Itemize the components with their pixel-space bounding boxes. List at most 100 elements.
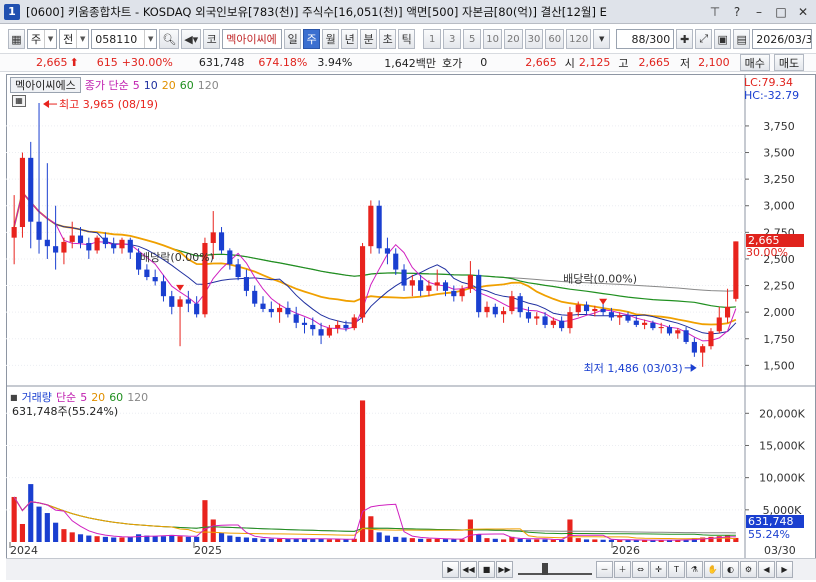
chart-toolbar: ▦ 주 ▼ 전 ▼ 058110 ▼ 🔍︎ ◀▾ 코 멕아이씨에 일 주 월 년 분 … xyxy=(0,27,816,51)
interval-button[interactable]: 5 xyxy=(463,29,482,49)
prev-select[interactable]: 전 ▼ xyxy=(59,29,90,49)
candle-body xyxy=(359,246,366,318)
volume-bar xyxy=(11,496,17,542)
minimize-icon[interactable]: – xyxy=(750,3,768,21)
period-week-button[interactable]: 주 xyxy=(303,29,321,49)
volume-bar xyxy=(409,538,415,542)
text-tool-icon[interactable]: T xyxy=(668,561,685,578)
current-volume-tag: 631,748 xyxy=(746,515,804,528)
calendar-icon[interactable]: ▤ xyxy=(733,29,751,49)
pin-icon[interactable]: ⊤ xyxy=(706,3,724,21)
candle-body xyxy=(44,239,50,247)
period-day-button[interactable]: 일 xyxy=(284,29,302,49)
candle-body xyxy=(542,316,548,325)
candle-body xyxy=(194,303,200,315)
market-button[interactable]: 코 xyxy=(203,29,221,49)
period-minute-button[interactable]: 분 xyxy=(360,29,378,49)
stock-code-input[interactable]: 058110 ▼ xyxy=(91,29,158,49)
candle-body xyxy=(442,282,449,291)
speaker-icon[interactable]: ◀▾ xyxy=(181,29,202,49)
dividend-annotation: 배당락(0.00%) xyxy=(563,273,637,286)
interval-button[interactable]: 20 xyxy=(503,29,523,49)
close-icon[interactable]: ✕ xyxy=(794,3,812,21)
period-tick-button[interactable]: 틱 xyxy=(398,29,416,49)
volume-ma-lines xyxy=(13,496,736,541)
volume-bar xyxy=(617,540,623,542)
hoga-label: 호가 xyxy=(442,56,463,70)
zoom-out-icon[interactable]: － xyxy=(596,561,613,578)
price-change: 615 xyxy=(96,56,118,69)
candle-body xyxy=(152,277,158,282)
candle-body xyxy=(525,312,532,319)
indicator-icon[interactable]: ✚ xyxy=(676,29,694,49)
period-second-button[interactable]: 초 xyxy=(379,29,397,49)
period-select[interactable]: 주 ▼ xyxy=(27,29,58,49)
pattern-icon[interactable]: ⚗ xyxy=(686,561,703,578)
vol-ma20-legend: 20 xyxy=(91,390,106,404)
help-icon[interactable]: ? xyxy=(728,3,746,21)
volume-bar xyxy=(525,539,532,542)
period-month-button[interactable]: 월 xyxy=(322,29,340,49)
scroll-prev-icon[interactable]: ◀◀ xyxy=(460,561,477,578)
interval-dropdown[interactable]: ▼ xyxy=(593,29,611,49)
chart-svg[interactable]: 3,7503,5003,2503,0002,7502,5002,2502,000… xyxy=(6,74,816,558)
low-price: 2,100 xyxy=(698,56,730,69)
time-label: 03/30 xyxy=(764,544,796,557)
candle-body xyxy=(19,157,26,228)
ma20-legend: 20 xyxy=(161,78,176,92)
volume-bar xyxy=(401,537,407,542)
buy-button[interactable]: 매수 xyxy=(739,54,770,71)
time-label: 2024 xyxy=(10,544,38,557)
interval-button[interactable]: 120 xyxy=(566,29,592,49)
interval-button[interactable]: 1 xyxy=(423,29,442,49)
candle-body xyxy=(393,253,399,270)
chevron-right-icon[interactable]: ▶ xyxy=(776,561,793,578)
data-count-field[interactable]: 88/300 xyxy=(616,29,675,49)
candle-body xyxy=(724,306,731,318)
table-icon[interactable]: ▦ xyxy=(12,95,26,107)
interval-button[interactable]: 10 xyxy=(483,29,502,49)
ma10-legend: 10 xyxy=(143,78,158,92)
period-year-button[interactable]: 년 xyxy=(341,29,359,49)
interval-button[interactable]: 3 xyxy=(443,29,462,49)
interval-button[interactable]: 30 xyxy=(524,29,544,49)
vol-ma60-legend: 60 xyxy=(109,390,124,404)
zoom-slider-thumb[interactable] xyxy=(542,562,548,575)
interval-button[interactable]: 60 xyxy=(545,29,565,49)
zoom-in-icon[interactable]: ＋ xyxy=(614,561,631,578)
volume-bar xyxy=(194,536,200,542)
line-tool-icon[interactable]: ⤢ xyxy=(695,29,713,49)
save-icon[interactable]: ▣ xyxy=(714,29,732,49)
scroll-next-icon[interactable]: ▶▶ xyxy=(496,561,513,578)
date-field[interactable]: 2026/03/3 xyxy=(752,29,813,49)
candle-body xyxy=(102,237,108,245)
crosshair-icon[interactable]: ✛ xyxy=(650,561,667,578)
maximize-icon[interactable]: □ xyxy=(772,3,790,21)
stock-legend-name[interactable]: 멕아이씨에스 xyxy=(10,77,81,93)
low-label: 저 xyxy=(680,56,691,70)
sell-button[interactable]: 매도 xyxy=(773,54,805,71)
fit-icon[interactable]: ⇔ xyxy=(632,561,649,578)
volume-bar xyxy=(359,400,366,542)
settings-icon[interactable]: ⚙ xyxy=(740,561,757,578)
vol-ma20-line xyxy=(13,496,736,540)
candle-body xyxy=(625,315,631,321)
scroll-first-icon[interactable]: ▶ xyxy=(442,561,459,578)
candle-body xyxy=(318,329,324,336)
volume-bar xyxy=(384,535,391,542)
volume-bars xyxy=(11,400,739,542)
candle-body xyxy=(335,324,341,329)
volume-bar xyxy=(102,536,108,542)
magnet-icon[interactable]: ◐ xyxy=(722,561,739,578)
grid-icon[interactable]: ▦ xyxy=(8,29,25,49)
zoom-slider[interactable] xyxy=(518,562,592,575)
ma-legend-label: 종가 단순 xyxy=(84,79,129,92)
scroll-stop-icon[interactable]: ■ xyxy=(478,561,495,578)
volume-bar xyxy=(136,534,142,542)
hand-icon[interactable]: ✋ xyxy=(704,561,721,578)
search-icon[interactable]: 🔍︎ xyxy=(159,29,180,49)
candle-body xyxy=(691,341,697,353)
chevron-left-icon[interactable]: ◀ xyxy=(758,561,775,578)
candle-body xyxy=(218,232,225,251)
price-tick-label: 2,000 xyxy=(763,306,795,319)
